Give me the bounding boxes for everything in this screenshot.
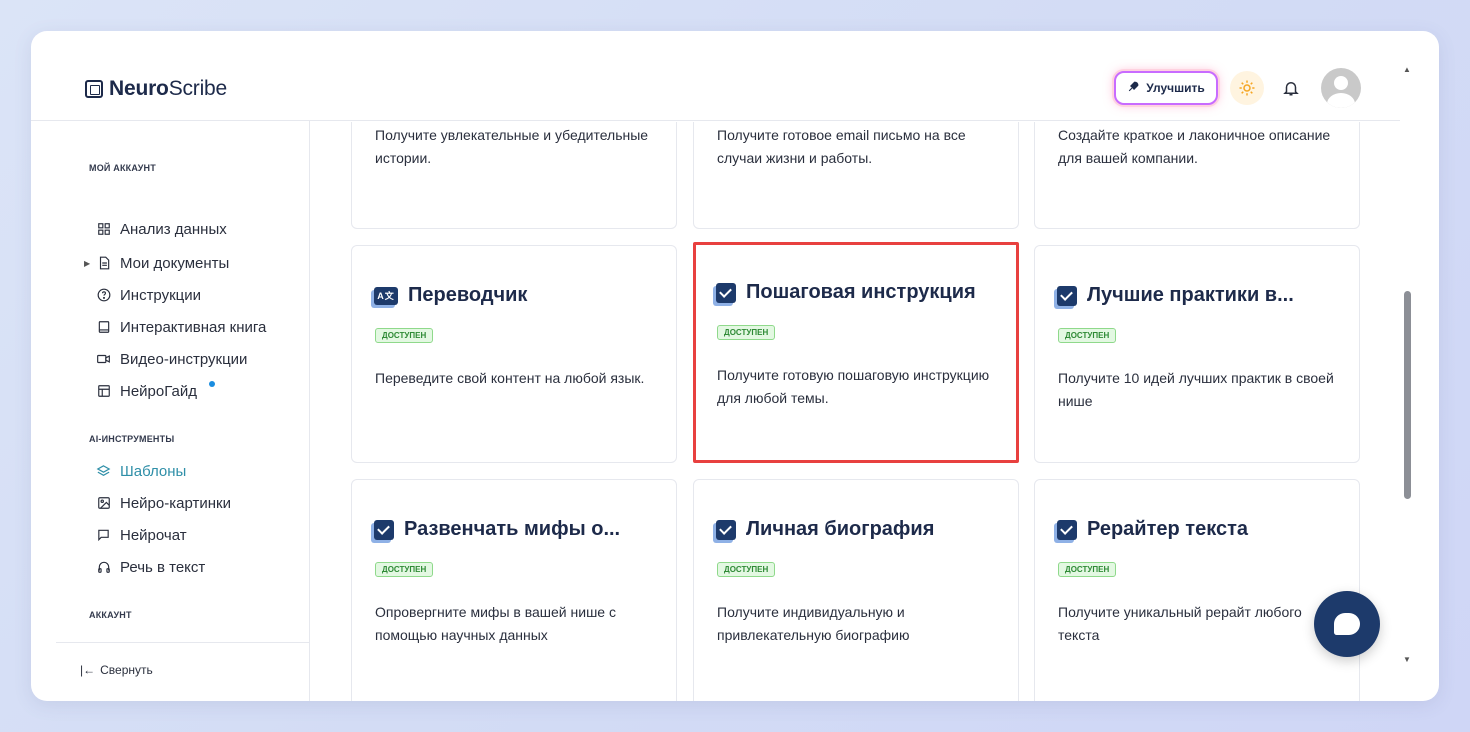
- checkbox-icon: [716, 519, 736, 540]
- support-chat-icon[interactable]: [1314, 591, 1380, 657]
- sidebar-item-neurochat[interactable]: Нейрочат: [96, 524, 187, 546]
- document-icon: [96, 256, 111, 271]
- rocket-icon: [1127, 80, 1140, 96]
- headphones-icon: [96, 560, 111, 575]
- user-avatar[interactable]: [1321, 68, 1361, 108]
- template-card-stories[interactable]: Получите увлекательные и убедительные ис…: [351, 122, 677, 229]
- translate-icon: A文: [374, 286, 398, 305]
- template-card-step-by-step[interactable]: Пошаговая инструкция ДОСТУПЕН Получите г…: [693, 242, 1019, 463]
- section-title-my-account: МОЙ АККАУНТ: [89, 163, 156, 173]
- table-icon: [96, 384, 111, 399]
- sidebar-item-interactive-book[interactable]: Интерактивная книга: [96, 316, 266, 338]
- status-badge: ДОСТУПЕН: [1058, 328, 1117, 343]
- collapse-label: Свернуть: [100, 663, 153, 677]
- chat-icon: [96, 528, 111, 543]
- template-card-text-rewriter[interactable]: Рерайтер текста ДОСТУПЕН Получите уникал…: [1034, 479, 1360, 701]
- upgrade-label: Улучшить: [1146, 81, 1205, 95]
- app-window: NeuroScribe Улучшить МОЙ АККАУНТ Анализ …: [31, 31, 1439, 701]
- checkbox-icon: [1057, 285, 1077, 306]
- template-card-translator[interactable]: A文 Переводчик ДОСТУПЕН Переведите свой к…: [351, 245, 677, 463]
- theme-toggle-sun-icon[interactable]: [1230, 71, 1264, 105]
- sidebar-item-label: Нейро-картинки: [120, 494, 231, 512]
- sidebar-item-my-documents[interactable]: ▶ Мои документы: [84, 252, 230, 274]
- sidebar-item-label: Мои документы: [120, 254, 230, 272]
- logo-text: NeuroScribe: [109, 77, 228, 100]
- card-title: Пошаговая инструкция: [716, 281, 976, 304]
- card-title: Развенчать мифы о...: [374, 518, 620, 541]
- status-badge: ДОСТУПЕН: [717, 562, 776, 577]
- template-card-personal-biography[interactable]: Личная биография ДОСТУПЕН Получите индив…: [693, 479, 1019, 701]
- notifications-bell-icon[interactable]: [1280, 73, 1302, 103]
- card-description: Создайте краткое и лаконичное описание д…: [1058, 127, 1331, 166]
- sidebar-item-label: НейроГайд: [120, 382, 197, 400]
- grid-icon: [96, 222, 111, 237]
- new-indicator-dot: [209, 381, 215, 387]
- book-icon: [96, 320, 111, 335]
- card-description: Получите готовую пошаговую инструкцию дл…: [717, 367, 990, 406]
- app-logo[interactable]: NeuroScribe: [85, 77, 227, 101]
- sidebar-item-neuro-images[interactable]: Нейро-картинки: [96, 492, 231, 514]
- card-description: Получите уникальный рерайт любого текста: [1058, 604, 1302, 643]
- status-badge: ДОСТУПЕН: [1058, 562, 1117, 577]
- card-title: A文 Переводчик: [374, 284, 527, 307]
- sidebar-item-templates[interactable]: Шаблоны: [96, 460, 186, 482]
- card-title: Личная биография: [716, 518, 934, 541]
- sidebar-item-speech-to-text[interactable]: Речь в текст: [96, 556, 205, 578]
- section-title-ai-tools: AI-ИНСТРУМЕНТЫ: [89, 434, 175, 444]
- template-card-best-practices[interactable]: Лучшие практики в... ДОСТУПЕН Получите 1…: [1034, 245, 1360, 463]
- card-description: Получите увлекательные и убедительные ис…: [375, 127, 649, 166]
- sidebar-item-label: Шаблоны: [120, 462, 187, 480]
- sidebar-item-label: Анализ данных: [120, 220, 227, 238]
- checkbox-icon: [716, 282, 736, 303]
- status-badge: ДОСТУПЕН: [375, 328, 434, 343]
- sidebar-item-label: Видео-инструкции: [120, 350, 248, 368]
- card-title: Рерайтер текста: [1057, 518, 1248, 541]
- sidebar-item-label: Нейрочат: [120, 526, 187, 544]
- help-circle-icon: [96, 288, 111, 303]
- scroll-down-arrow-icon[interactable]: ▼: [1403, 655, 1411, 664]
- sidebar-item-label: Речь в текст: [120, 558, 206, 576]
- card-description: Переведите свой контент на любой язык.: [375, 370, 645, 386]
- card-description: Получите 10 идей лучших практик в своей …: [1058, 370, 1334, 409]
- image-icon: [96, 496, 111, 511]
- upgrade-button[interactable]: Улучшить: [1114, 71, 1218, 105]
- sidebar-item-instructions[interactable]: Инструкции: [96, 284, 201, 306]
- template-card-debunk-myths[interactable]: Развенчать мифы о... ДОСТУПЕН Опровергни…: [351, 479, 677, 701]
- collapse-arrow-icon: |←: [80, 663, 96, 677]
- sidebar-item-label: Интерактивная книга: [120, 318, 267, 336]
- template-card-email[interactable]: Получите готовое email письмо на все слу…: [693, 122, 1019, 229]
- logo-icon: [85, 80, 103, 98]
- status-badge: ДОСТУПЕН: [375, 562, 434, 577]
- top-header: NeuroScribe Улучшить: [31, 31, 1400, 121]
- sidebar: МОЙ АККАУНТ Анализ данных ▶ Мои документ…: [56, 121, 310, 701]
- scrollbar-thumb[interactable]: [1404, 291, 1411, 499]
- card-description: Получите индивидуальную и привлекательну…: [717, 604, 910, 643]
- sidebar-item-label: Инструкции: [120, 286, 202, 304]
- checkbox-icon: [1057, 519, 1077, 540]
- scroll-up-arrow-icon[interactable]: ▲: [1403, 65, 1411, 74]
- section-title-account: АККАУНТ: [89, 610, 132, 620]
- layers-icon: [96, 464, 111, 479]
- checkbox-icon: [374, 519, 394, 540]
- sidebar-item-video-instructions[interactable]: Видео-инструкции: [96, 348, 247, 370]
- template-card-company-description[interactable]: Создайте краткое и лаконичное описание д…: [1034, 122, 1360, 229]
- card-description: Получите готовое email письмо на все слу…: [717, 127, 966, 166]
- card-description: Опровергните мифы в вашей нише с помощью…: [375, 604, 616, 643]
- sidebar-item-data-analysis[interactable]: Анализ данных: [96, 218, 227, 240]
- status-badge: ДОСТУПЕН: [717, 325, 776, 340]
- expand-caret-icon[interactable]: ▶: [84, 259, 90, 268]
- sidebar-divider: [56, 642, 310, 643]
- templates-grid: Получите увлекательные и убедительные ис…: [311, 122, 1400, 701]
- video-icon: [96, 352, 111, 367]
- sidebar-item-neuroguide[interactable]: НейроГайд: [96, 380, 215, 402]
- collapse-sidebar-button[interactable]: |← Свернуть: [80, 663, 153, 677]
- card-title: Лучшие практики в...: [1057, 284, 1294, 307]
